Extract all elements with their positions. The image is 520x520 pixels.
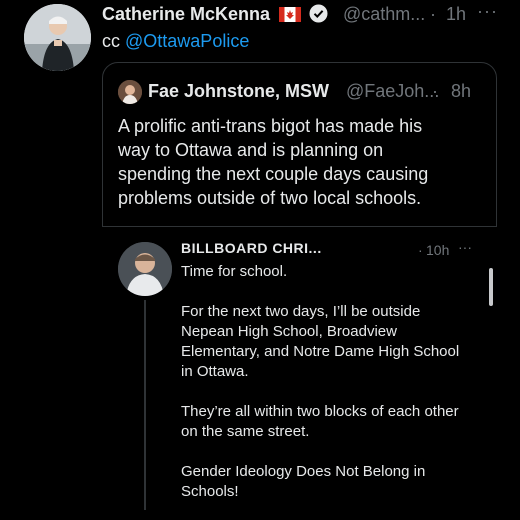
tweet-timestamp[interactable]: 1h: [446, 4, 466, 25]
avatar-photo: [118, 80, 142, 104]
quoted-text-line: spending the next couple days causing: [118, 164, 429, 184]
screenshot-text-line: Time for school.: [181, 263, 288, 280]
screenshot-text-line: Nepean High School, Broadview: [181, 323, 397, 340]
avatar-photo: [118, 242, 172, 296]
screenshot-author-avatar: [118, 242, 172, 296]
canada-flag-icon: [279, 6, 302, 27]
tweet-text: cc @OttawaPolice: [102, 31, 249, 52]
screenshot-text-line: Elementary, and Notre Dame High School: [181, 343, 460, 360]
screenshot-author-name: BILLBOARD CHRI...: [181, 240, 322, 256]
quoted-author-avatar[interactable]: [118, 80, 142, 104]
scrollbar-thumb: [489, 268, 493, 306]
separator-dot: ·: [430, 4, 436, 24]
screenshot-tweet-text: Time for school. For the next two days, …: [181, 262, 486, 502]
screenshot-text-line: in Ottawa.: [181, 363, 249, 380]
screenshot-text-line: For the next two days, I’ll be outside: [181, 303, 421, 320]
screenshot-text-line: Schools!: [181, 483, 239, 500]
more-options-icon: ···: [458, 239, 472, 255]
author-name-text: Catherine McKenna: [102, 4, 271, 24]
quoted-tweet-timestamp[interactable]: 8h: [451, 81, 471, 102]
quoted-author-handle[interactable]: @FaeJoh...: [346, 81, 439, 102]
screenshot-text-line: Gender Ideology Does Not Belong in: [181, 463, 426, 480]
tweet-text-prefix: cc: [102, 31, 120, 51]
quoted-text-line: A prolific anti-trans bigot has made his: [118, 116, 423, 136]
verified-badge-icon: [309, 4, 328, 28]
author-avatar[interactable]: [24, 4, 91, 71]
separator-dot: ·: [432, 81, 438, 101]
more-options-icon[interactable]: ···: [477, 1, 498, 22]
quoted-text-line: way to Ottawa and is planning on: [118, 140, 384, 160]
screenshot-text-line: on the same street.: [181, 423, 310, 440]
avatar-photo: [24, 4, 91, 71]
separator-dot: ·: [418, 242, 423, 258]
quoted-author-name[interactable]: Fae Johnstone, MSW: [148, 81, 329, 102]
quoted-tweet-text: A prolific anti-trans bigot has made his…: [118, 114, 488, 210]
mention-link[interactable]: @OttawaPolice: [125, 31, 249, 51]
thread-line: [144, 300, 146, 510]
author-handle[interactable]: @cathm...: [343, 4, 425, 25]
author-name[interactable]: Catherine McKenna: [102, 4, 328, 28]
quoted-text-line: problems outside of two local schools.: [118, 188, 422, 208]
screenshot-text-line: They’re all within two blocks of each ot…: [181, 403, 459, 420]
screenshot-timestamp: 10h: [426, 242, 450, 258]
